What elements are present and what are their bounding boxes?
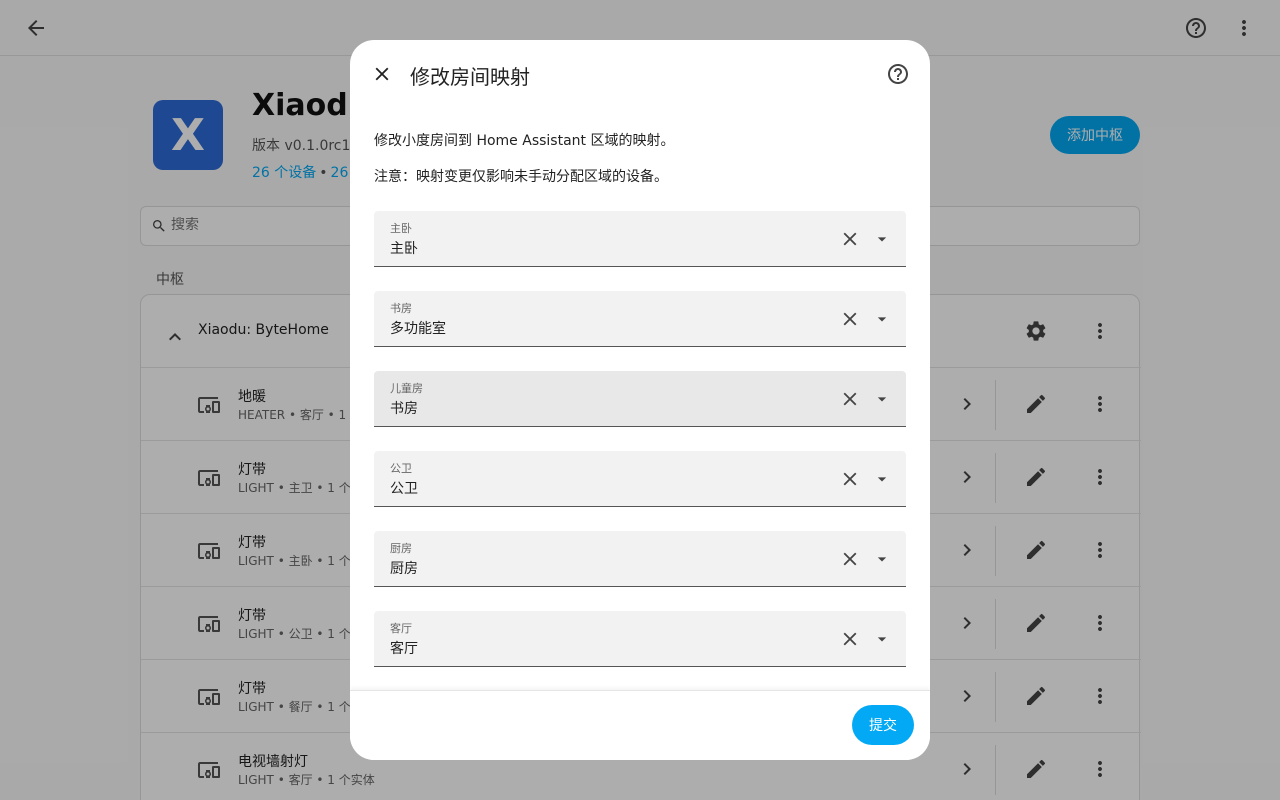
clear-button[interactable] <box>834 463 866 495</box>
dialog-note: 注意：映射变更仅影响未手动分配区域的设备。 <box>374 169 668 185</box>
dropdown-button[interactable] <box>868 543 896 575</box>
dropdown-button[interactable] <box>868 303 896 335</box>
caret-down-icon <box>877 637 887 642</box>
room-label: 主卧 <box>390 222 412 235</box>
clear-button[interactable] <box>834 543 866 575</box>
clear-button[interactable] <box>834 223 866 255</box>
area-value: 多功能室 <box>390 321 446 337</box>
dropdown-button[interactable] <box>868 223 896 255</box>
area-value: 客厅 <box>390 641 418 657</box>
close-icon <box>843 632 857 646</box>
clear-button[interactable] <box>834 383 866 415</box>
dialog-title: 修改房间映射 <box>410 65 530 89</box>
room-label: 书房 <box>390 302 412 315</box>
clear-button[interactable] <box>834 623 866 655</box>
area-value: 书房 <box>390 401 418 417</box>
close-dialog-button[interactable] <box>362 54 402 94</box>
clear-button[interactable] <box>834 303 866 335</box>
close-icon <box>843 472 857 486</box>
caret-down-icon <box>877 237 887 242</box>
room-label: 公卫 <box>390 462 412 475</box>
dropdown-button[interactable] <box>868 623 896 655</box>
close-icon <box>843 312 857 326</box>
area-value: 主卧 <box>390 241 418 257</box>
caret-down-icon <box>877 557 887 562</box>
area-value: 公卫 <box>390 481 418 497</box>
room-label: 客厅 <box>390 622 412 635</box>
area-select-field[interactable]: 公卫 公卫 <box>374 451 906 507</box>
dropdown-button[interactable] <box>868 383 896 415</box>
area-select-field[interactable]: 儿童房 书房 <box>374 371 906 427</box>
dialog-description: 修改小度房间到 Home Assistant 区域的映射。 <box>374 133 675 149</box>
area-select-field[interactable]: 客厅 客厅 <box>374 611 906 667</box>
area-select-field[interactable]: 书房 多功能室 <box>374 291 906 347</box>
room-mapping-dialog: 修改房间映射 修改小度房间到 Home Assistant 区域的映射。 注意：… <box>350 40 930 760</box>
submit-button[interactable]: 提交 <box>852 705 914 745</box>
close-icon <box>843 392 857 406</box>
caret-down-icon <box>877 477 887 482</box>
caret-down-icon <box>877 317 887 322</box>
close-icon <box>843 232 857 246</box>
caret-down-icon <box>877 397 887 402</box>
help-circle-icon <box>888 64 908 84</box>
close-icon <box>375 67 389 81</box>
dropdown-button[interactable] <box>868 463 896 495</box>
area-value: 厨房 <box>390 561 418 577</box>
area-select-field[interactable]: 主卧 主卧 <box>374 211 906 267</box>
room-label: 儿童房 <box>390 382 423 395</box>
dialog-footer: 提交 <box>350 690 930 760</box>
close-icon <box>843 552 857 566</box>
dialog-help-button[interactable] <box>878 54 918 94</box>
room-label: 厨房 <box>390 542 412 555</box>
area-select-field[interactable]: 厨房 厨房 <box>374 531 906 587</box>
